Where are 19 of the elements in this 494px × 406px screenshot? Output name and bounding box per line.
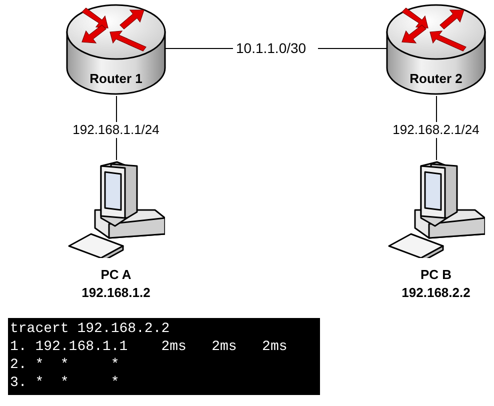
- router-label: Router 1: [88, 71, 144, 86]
- computer-ip-address: 192.168.1.2: [82, 284, 150, 302]
- computer-ip-address: 192.168.2.2: [402, 284, 470, 302]
- interface-address-label: 192.168.2.1/24: [392, 122, 480, 138]
- router-icon: [66, 2, 166, 96]
- computer-name: PC B: [420, 266, 452, 284]
- terminal-line: 3. * * *: [10, 374, 120, 392]
- computer-icon: [387, 160, 485, 258]
- router-label: Router 2: [408, 71, 464, 86]
- connection-line: [165, 48, 233, 49]
- connection-line: [318, 48, 387, 49]
- computer-icon: [67, 160, 165, 258]
- interface-address-label: 192.168.1.1/24: [72, 122, 160, 138]
- computer-name: PC A: [100, 266, 132, 284]
- router-icon: [386, 2, 486, 96]
- link-subnet-label: 10.1.1.0/30: [236, 39, 306, 57]
- terminal-line: tracert 192.168.2.2: [10, 320, 171, 338]
- terminal-line: 2. * * *: [10, 356, 120, 374]
- terminal-line: 1. 192.168.1.1 2ms 2ms 2ms: [10, 338, 288, 356]
